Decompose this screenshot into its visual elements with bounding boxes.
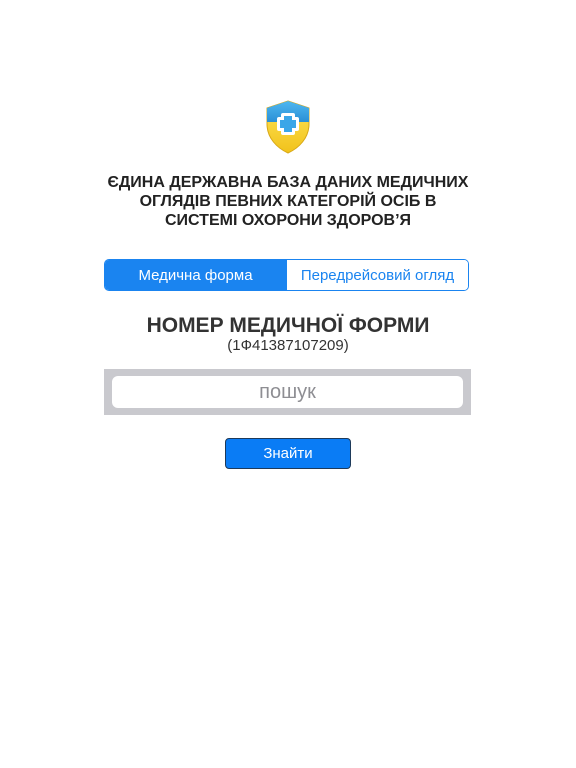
form-type-segmented-control: Медична форма Передрейсовий огляд [104,259,469,291]
app-title-line: СИСТЕМІ ОХОРОНИ ЗДОРОВ’Я [164,212,412,229]
app-title-line: ОГЛЯДІВ ПЕВНИХ КАТЕГОРІЙ ОСІБ В [139,193,437,210]
search-bar [104,369,471,415]
app-title-line: ЄДИНА ДЕРЖАВНА БАЗА ДАНИХ МЕДИЧНИХ [107,174,469,191]
app-title: ЄДИНА ДЕРЖАВНА БАЗА ДАНИХ МЕДИЧНИХ ОГЛЯД… [40,173,536,230]
form-number-example: (1Ф41387107209) [227,337,349,354]
find-button[interactable]: Знайти [225,438,351,469]
tab-pre-trip-inspection[interactable]: Передрейсовий огляд [286,260,468,290]
form-number-heading: НОМЕР МЕДИЧНОЇ ФОРМИ [146,314,430,337]
search-input[interactable] [112,376,463,408]
shield-medical-cross-icon [265,100,311,154]
tab-medical-form[interactable]: Медична форма [105,260,286,290]
screen: ЄДИНА ДЕРЖАВНА БАЗА ДАНИХ МЕДИЧНИХ ОГЛЯД… [0,0,576,768]
